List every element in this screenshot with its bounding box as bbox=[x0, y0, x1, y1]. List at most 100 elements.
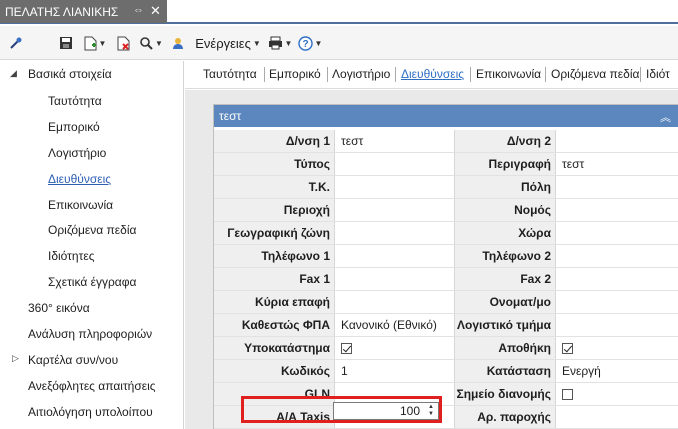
actions-menu-label: Ενέργειες bbox=[195, 35, 251, 51]
area-label: Περιοχή bbox=[214, 199, 334, 221]
address1-label: Δ/νση 1 bbox=[214, 130, 334, 152]
tab-commercial[interactable]: Εμπορικό bbox=[269, 67, 321, 81]
document-tab[interactable]: ΠΕΛΑΤΗΣ ΛΙΑΝΙΚΗΣ ⇔ ✕ bbox=[0, 0, 167, 23]
collapse-arrow-icon[interactable]: ◢ bbox=[10, 68, 17, 79]
tab-communication[interactable]: Επικοινωνία bbox=[476, 67, 541, 81]
supply-number-field[interactable] bbox=[555, 406, 678, 428]
code-field[interactable]: 1 bbox=[334, 360, 455, 382]
address1-field[interactable]: τεστ bbox=[334, 130, 455, 152]
form-row: Γεωγραφική ζώνη Χώρα bbox=[214, 222, 678, 245]
full-name-label: Ονοματ/μο bbox=[455, 291, 555, 313]
city-label: Πόλη bbox=[455, 176, 555, 198]
form-row: Υποκατάστημα Αποθήκη bbox=[214, 337, 678, 360]
main-contact-field[interactable] bbox=[334, 291, 455, 313]
pin-icon[interactable]: ⇔ bbox=[133, 4, 144, 16]
tab-divider bbox=[327, 67, 328, 82]
search-icon[interactable]: ▼ bbox=[138, 33, 164, 53]
description-label: Περιγραφή bbox=[455, 153, 555, 175]
form-row: Fax 1 Fax 2 bbox=[214, 268, 678, 291]
fax1-label: Fax 1 bbox=[214, 268, 334, 290]
tab-accounting[interactable]: Λογιστήριο bbox=[332, 67, 390, 81]
nav-item-related-documents[interactable]: Σχετικά έγγραφα bbox=[48, 272, 136, 292]
nav-item-accounting[interactable]: Λογιστήριο bbox=[48, 143, 106, 163]
left-navigation: ◢ Βασικά στοιχεία Ταυτότητα Εμπορικό Λογ… bbox=[0, 61, 184, 429]
nav-item-addresses[interactable]: Διευθύνσεις bbox=[48, 169, 111, 189]
full-name-field[interactable] bbox=[555, 291, 678, 313]
address-group-header: τεστ ︽ bbox=[214, 105, 678, 127]
tab-divider bbox=[640, 67, 641, 82]
toolbar: ▼ ▼ Ενέργειες ▼ ▼ ? ▼ bbox=[0, 26, 678, 60]
vat-status-field[interactable]: Κανονικό (Εθνικό) bbox=[334, 314, 455, 336]
tab-properties[interactable]: Ιδιότ bbox=[646, 67, 670, 81]
status-field[interactable]: Ενεργή bbox=[555, 360, 678, 382]
document-tab-title: ΠΕΛΑΤΗΣ ΛΙΑΝΙΚΗΣ bbox=[5, 4, 119, 19]
prefecture-field[interactable] bbox=[555, 199, 678, 221]
postal-code-label: Τ.Κ. bbox=[214, 176, 334, 198]
supply-number-label: Αρ. παροχής bbox=[455, 406, 555, 428]
tab-user-fields[interactable]: Οριζόμενα πεδία bbox=[551, 67, 639, 81]
nav-item-account-card[interactable]: Καρτέλα συν/νου bbox=[28, 350, 118, 370]
phone1-field[interactable] bbox=[334, 245, 455, 267]
status-label: Κατάσταση bbox=[455, 360, 555, 382]
nav-item-info-analysis[interactable]: Ανάλυση πληροφοριών bbox=[28, 324, 152, 344]
nav-item-properties[interactable]: Ιδιότητες bbox=[48, 246, 94, 266]
nav-item-communication[interactable]: Επικοινωνία bbox=[48, 195, 113, 215]
distribution-point-label: Σημείο διανομής bbox=[455, 383, 555, 405]
geo-zone-field[interactable] bbox=[334, 222, 455, 244]
prefecture-label: Νομός bbox=[455, 199, 555, 221]
save-icon[interactable] bbox=[58, 33, 74, 53]
fax1-field[interactable] bbox=[334, 268, 455, 290]
new-document-icon[interactable]: ▼ bbox=[82, 33, 108, 53]
distribution-point-checkbox[interactable] bbox=[562, 388, 573, 400]
nav-item-open-receivables[interactable]: Ανεξόφλητες απαιτήσεις bbox=[28, 376, 156, 396]
nav-group-basic-info[interactable]: Βασικά στοιχεία bbox=[28, 64, 112, 84]
form-row: Τ.Κ. Πόλη bbox=[214, 176, 678, 199]
branch-label: Υποκατάστημα bbox=[214, 337, 334, 359]
tab-addresses[interactable]: Διευθύνσεις bbox=[401, 67, 464, 81]
phone1-label: Τηλέφωνο 1 bbox=[214, 245, 334, 267]
address-group: τεστ ︽ Δ/νση 1 τεστ Δ/νση 2 Τύπος Περιγρ… bbox=[213, 104, 678, 429]
fax2-field[interactable] bbox=[555, 268, 678, 290]
description-field[interactable]: τεστ bbox=[555, 153, 678, 175]
print-icon[interactable]: ▼ bbox=[266, 33, 294, 53]
type-field[interactable] bbox=[334, 153, 455, 175]
area-field[interactable] bbox=[334, 199, 455, 221]
form-row: Περιοχή Νομός bbox=[214, 199, 678, 222]
svg-text:?: ? bbox=[302, 39, 308, 50]
wand-icon[interactable] bbox=[8, 33, 24, 53]
actions-menu[interactable]: Ενέργειες ▼ bbox=[192, 33, 264, 53]
geo-zone-label: Γεωγραφική ζώνη bbox=[214, 222, 334, 244]
warehouse-field bbox=[555, 337, 678, 359]
main-contact-label: Κύρια επαφή bbox=[214, 291, 334, 313]
delete-document-icon[interactable] bbox=[114, 33, 132, 53]
content-area: τεστ ︽ Δ/νση 1 τεστ Δ/νση 2 Τύπος Περιγρ… bbox=[185, 90, 678, 429]
accounting-dept-label: Λογιστικό τμήμα bbox=[455, 314, 555, 336]
close-icon[interactable]: ✕ bbox=[150, 3, 161, 19]
city-field[interactable] bbox=[555, 176, 678, 198]
branch-checkbox[interactable] bbox=[341, 342, 352, 354]
section-tabs: Ταυτότητα Εμπορικό Λογιστήριο Διευθύνσει… bbox=[185, 61, 678, 89]
tab-divider bbox=[264, 67, 265, 82]
user-lookup-icon[interactable] bbox=[170, 33, 186, 53]
phone2-field[interactable] bbox=[555, 245, 678, 267]
form-row: Κωδικός 1 Κατάσταση Ενεργή bbox=[214, 360, 678, 383]
country-field[interactable] bbox=[555, 222, 678, 244]
vat-status-label: Καθεστώς ΦΠΑ bbox=[214, 314, 334, 336]
form-row: Καθεστώς ΦΠΑ Κανονικό (Εθνικό) Λογιστικό… bbox=[214, 314, 678, 337]
nav-item-balance-justification[interactable]: Αιτιολόγηση υπολοίπου bbox=[28, 402, 153, 422]
address2-field[interactable] bbox=[555, 130, 678, 152]
tab-identity[interactable]: Ταυτότητα bbox=[203, 67, 257, 81]
warehouse-checkbox[interactable] bbox=[562, 342, 573, 354]
nav-item-user-fields[interactable]: Οριζόμενα πεδία bbox=[48, 220, 136, 240]
nav-item-identity[interactable]: Ταυτότητα bbox=[48, 91, 102, 111]
nav-item-commercial[interactable]: Εμπορικό bbox=[48, 117, 100, 137]
taxis-highlight-frame bbox=[241, 396, 442, 423]
expand-arrow-icon[interactable]: ▷ bbox=[12, 353, 19, 364]
country-label: Χώρα bbox=[455, 222, 555, 244]
nav-item-360-view[interactable]: 360° εικόνα bbox=[28, 298, 90, 318]
accounting-dept-field[interactable] bbox=[555, 314, 678, 336]
postal-code-field[interactable] bbox=[334, 176, 455, 198]
help-icon[interactable]: ? ▼ bbox=[296, 33, 324, 53]
collapse-group-icon[interactable]: ︽ bbox=[660, 109, 671, 125]
form-row: Τηλέφωνο 1 Τηλέφωνο 2 bbox=[214, 245, 678, 268]
